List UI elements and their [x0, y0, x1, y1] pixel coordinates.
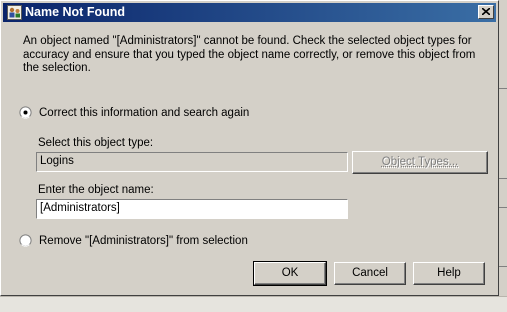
object-type-label: Select this object type: — [38, 137, 154, 149]
dialog-title: Name Not Found — [25, 5, 125, 19]
correct-info-option[interactable]: Correct this information and search agai… — [19, 106, 279, 122]
close-button[interactable] — [478, 5, 494, 19]
background-window-bottom — [0, 296, 507, 312]
object-types-button[interactable]: Object Types... — [352, 151, 488, 174]
background-divider — [499, 178, 507, 179]
background-divider — [499, 88, 507, 89]
radio-selected-icon[interactable] — [19, 106, 32, 119]
object-name-input[interactable]: [Administrators] — [36, 199, 348, 219]
name-not-found-dialog: Name Not Found An object named "[Adminis… — [0, 0, 499, 296]
radio-unselected-icon[interactable] — [19, 234, 32, 247]
background-divider — [499, 207, 507, 208]
help-button[interactable]: Help — [413, 262, 485, 285]
title-bar[interactable]: Name Not Found — [3, 3, 496, 22]
background-window-edge — [499, 0, 507, 311]
cancel-button[interactable]: Cancel — [334, 262, 406, 285]
error-message: An object named "[Administrators]" canno… — [23, 35, 476, 74]
correct-info-label: Correct this information and search agai… — [39, 107, 250, 119]
remove-from-selection-label: Remove "[Administrators]" from selection — [39, 235, 248, 247]
close-icon — [482, 8, 490, 15]
remove-from-selection-option[interactable]: Remove "[Administrators]" from selection — [19, 234, 279, 250]
object-types-button-label: Object Types... — [381, 156, 459, 168]
object-name-label: Enter the object name: — [38, 184, 154, 196]
background-divider — [499, 266, 507, 267]
object-type-field: Logins — [36, 152, 348, 172]
ok-button[interactable]: OK — [253, 261, 327, 286]
users-app-icon — [7, 5, 22, 20]
